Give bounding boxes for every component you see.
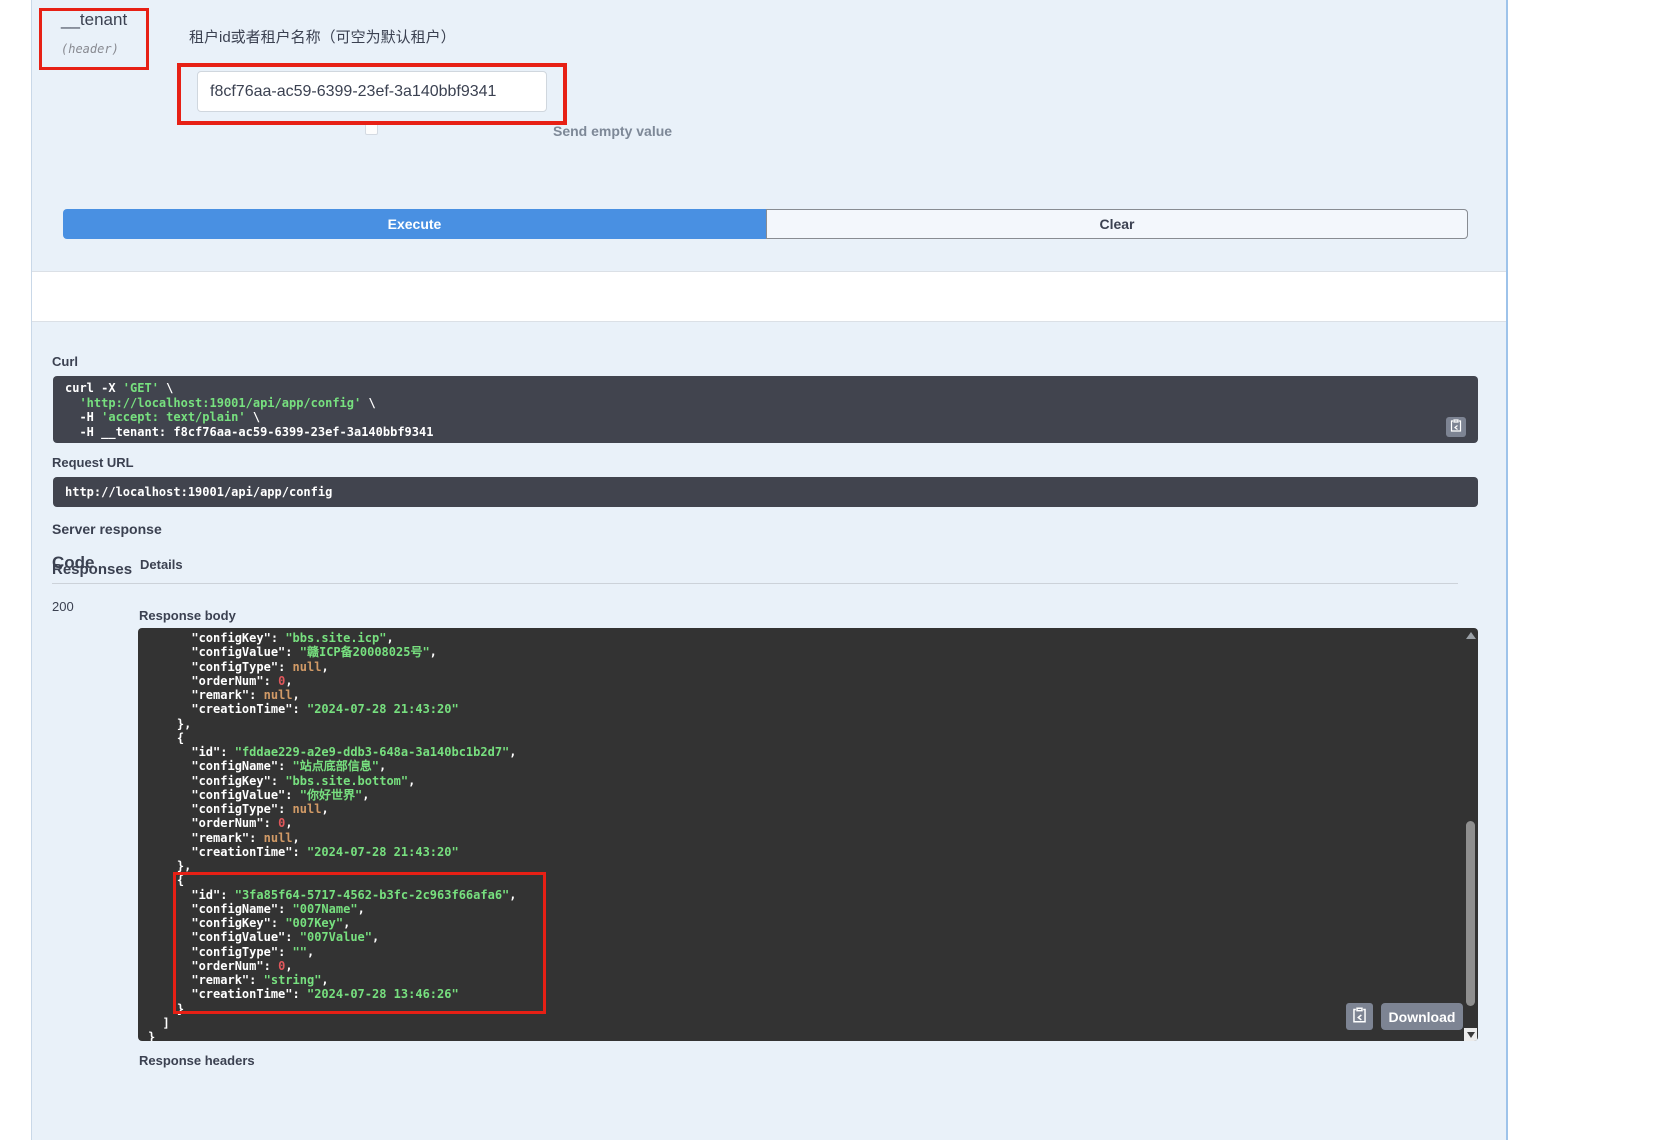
curl-label: Curl	[52, 354, 78, 369]
download-button[interactable]: Download	[1381, 1003, 1463, 1030]
copy-response-button[interactable]	[1346, 1003, 1373, 1030]
table-header-divider	[52, 583, 1458, 584]
parameter-description: 租户id或者租户名称（可空为默认租户）	[189, 26, 456, 47]
response-body-json: "configKey": "bbs.site.icp", "configValu…	[148, 631, 1458, 1041]
tenant-value-input[interactable]	[197, 71, 547, 112]
parameter-location: (header)	[61, 42, 119, 56]
request-url-value: http://localhost:19001/api/app/config	[65, 485, 332, 499]
copy-curl-button[interactable]	[1446, 417, 1466, 437]
execute-button[interactable]: Execute	[63, 209, 766, 239]
send-empty-value-label: Send empty value	[553, 123, 672, 139]
curl-command-text: curl -X 'GET' \ 'http://localhost:19001/…	[65, 381, 1478, 439]
request-url-label: Request URL	[52, 455, 134, 470]
scrollbar-up-arrow-icon[interactable]	[1466, 632, 1476, 639]
swagger-try-it-out-page: __tenant (header) 租户id或者租户名称（可空为默认租户） Se…	[0, 0, 1667, 1140]
send-empty-value-checkbox[interactable]	[365, 122, 378, 135]
scrollbar-thumb[interactable]	[1466, 821, 1475, 1006]
code-column-header: Code	[52, 553, 95, 573]
response-body-block: "configKey": "bbs.site.icp", "configValu…	[138, 628, 1478, 1041]
response-body-scrollbar[interactable]	[1464, 629, 1477, 1041]
clipboard-icon	[1352, 1007, 1367, 1026]
operation-panel: __tenant (header) 租户id或者租户名称（可空为默认租户） Se…	[31, 0, 1508, 1140]
server-response-label: Server response	[52, 521, 162, 537]
response-headers-label: Response headers	[139, 1053, 255, 1068]
curl-command-block: curl -X 'GET' \ 'http://localhost:19001/…	[53, 376, 1478, 443]
request-url-block: http://localhost:19001/api/app/config	[53, 477, 1478, 507]
parameter-name: __tenant	[61, 10, 127, 30]
scrollbar-down-arrow-icon[interactable]	[1464, 1028, 1477, 1041]
details-column-header: Details	[140, 557, 183, 572]
response-body-label: Response body	[139, 608, 236, 623]
status-code: 200	[52, 599, 74, 614]
responses-section-header: Responses	[32, 271, 1506, 322]
clipboard-icon	[1450, 419, 1462, 435]
clear-button[interactable]: Clear	[766, 209, 1468, 239]
